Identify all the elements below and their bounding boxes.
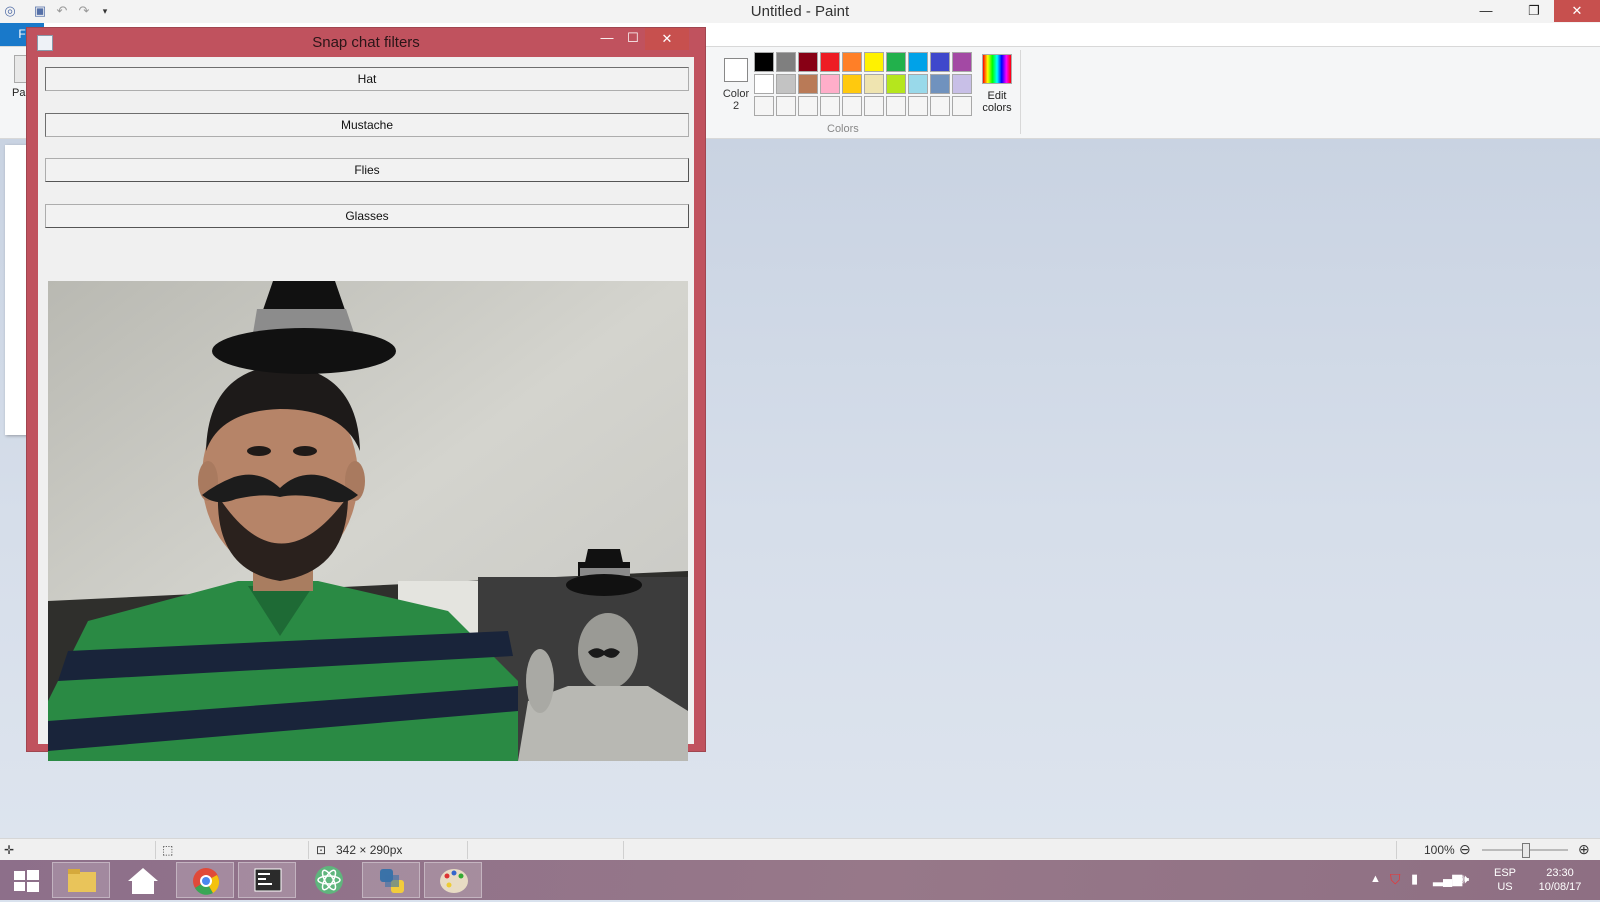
color-swatch[interactable]	[952, 52, 972, 72]
language-indicator[interactable]: ESP US	[1492, 866, 1518, 894]
color-swatch[interactable]	[820, 52, 840, 72]
taskbar-paint[interactable]	[424, 862, 482, 898]
flies-button[interactable]: Flies	[45, 158, 689, 182]
color-swatch[interactable]	[886, 74, 906, 94]
close-button[interactable]: ✕	[1554, 0, 1600, 22]
antivirus-icon[interactable]: ⛉	[1390, 871, 1401, 888]
color-swatch[interactable]	[776, 74, 796, 94]
color-swatch[interactable]	[754, 96, 774, 116]
clock-date: 10/08/17	[1538, 881, 1582, 893]
color-swatch[interactable]	[952, 96, 972, 116]
status-bar: ✛ ⬚ ⊡ 342 × 290px 100% ⊖ ⊕	[0, 838, 1600, 861]
color-swatch[interactable]	[820, 96, 840, 116]
paste-label[interactable]: Pa	[12, 87, 25, 99]
color-palette	[754, 52, 972, 116]
color-swatch[interactable]	[864, 96, 884, 116]
color-swatch[interactable]	[908, 52, 928, 72]
power-icon[interactable]: ▮	[1411, 871, 1418, 887]
minimize-button[interactable]: —	[1472, 0, 1500, 22]
hat-button[interactable]: Hat	[45, 67, 689, 91]
color-swatch[interactable]	[842, 96, 862, 116]
windows-logo-icon	[14, 870, 39, 892]
color-swatch[interactable]	[776, 52, 796, 72]
taskbar-file-explorer[interactable]	[52, 862, 110, 898]
paint-title-bar: ◎ ▣ ↶ ↷ ▾ Untitled - Paint — ❐ ✕	[0, 0, 1600, 24]
color-swatch[interactable]	[798, 74, 818, 94]
color-swatch[interactable]	[754, 52, 774, 72]
home-icon	[128, 868, 158, 894]
taskbar-terminal[interactable]	[238, 862, 296, 898]
camera-feed-image	[48, 281, 688, 761]
color-swatch[interactable]	[930, 52, 950, 72]
color-swatch[interactable]	[798, 52, 818, 72]
cursor-position-icon: ✛	[4, 843, 15, 857]
dialog-minimize-button[interactable]: —	[595, 30, 619, 45]
color-swatch[interactable]	[886, 96, 906, 116]
taskbar: ▲ ⛉ ▮ ▂▄▆ 🕪 ESP US 23:30 10/08/17	[0, 860, 1600, 900]
dialog-body: Hat Mustache Flies Glasses	[38, 57, 694, 761]
color-swatch[interactable]	[908, 96, 928, 116]
edit-colors-label-line2: colors	[982, 102, 1012, 114]
snap-chat-filters-window: Snap chat filters — ☐ ✕ Hat Mustache Fli…	[26, 27, 706, 761]
selection-size-icon: ⬚	[162, 843, 174, 857]
color-swatch[interactable]	[842, 74, 862, 94]
paint-palette-icon	[440, 869, 468, 893]
dialog-maximize-button[interactable]: ☐	[621, 30, 645, 46]
dialog-close-button[interactable]: ✕	[645, 28, 689, 50]
color-swatch[interactable]	[798, 96, 818, 116]
edit-colors-label-line1: Edit	[987, 90, 1007, 102]
image-size-icon: ⊡	[316, 843, 327, 857]
color-swatch[interactable]	[886, 52, 906, 72]
color-swatch[interactable]	[952, 74, 972, 94]
zoom-out-icon[interactable]: ⊖	[1459, 841, 1471, 858]
atom-icon	[315, 866, 343, 894]
taskbar-atom[interactable]	[300, 862, 358, 898]
colors-group-label: Colors	[827, 123, 859, 135]
glasses-button[interactable]: Glasses	[45, 204, 689, 228]
clock-time: 23:30	[1546, 867, 1574, 879]
python-icon	[380, 869, 404, 893]
window-title: Untitled - Paint	[750, 3, 850, 20]
color-swatch[interactable]	[820, 74, 840, 94]
color-swatch[interactable]	[930, 96, 950, 116]
taskbar-chrome[interactable]	[176, 862, 234, 898]
clock[interactable]: 23:30 10/08/17	[1530, 866, 1590, 894]
mustache-button[interactable]: Mustache	[45, 113, 689, 137]
color-swatch[interactable]	[842, 52, 862, 72]
color-swatch[interactable]	[754, 74, 774, 94]
color-swatch[interactable]	[864, 74, 884, 94]
chrome-icon	[193, 868, 220, 895]
color-spectrum-icon	[982, 54, 1012, 84]
color-swatch[interactable]	[776, 96, 796, 116]
color-swatch[interactable]	[930, 74, 950, 94]
color-swatch[interactable]	[864, 52, 884, 72]
folder-icon	[68, 869, 96, 892]
show-hidden-icons-icon[interactable]: ▲	[1370, 873, 1381, 885]
volume-icon[interactable]: 🕪	[1461, 871, 1469, 887]
color-swatch[interactable]	[908, 74, 928, 94]
color2-swatch	[724, 58, 748, 82]
zoom-in-icon[interactable]: ⊕	[1578, 841, 1590, 858]
restore-button[interactable]: ❐	[1520, 0, 1548, 22]
ribbon-divider	[1020, 50, 1021, 134]
taskbar-home[interactable]	[114, 862, 172, 898]
terminal-icon	[254, 868, 282, 892]
image-size-text: 342 × 290px	[336, 843, 403, 857]
edit-colors-button[interactable]: Edit colors	[972, 54, 1022, 114]
zoom-slider-thumb[interactable]	[1522, 843, 1530, 858]
taskbar-python[interactable]	[362, 862, 420, 898]
network-icon[interactable]: ▂▄▆	[1433, 871, 1462, 887]
camera-feed	[48, 281, 688, 761]
start-button[interactable]	[4, 862, 48, 898]
zoom-level: 100%	[1424, 843, 1455, 857]
